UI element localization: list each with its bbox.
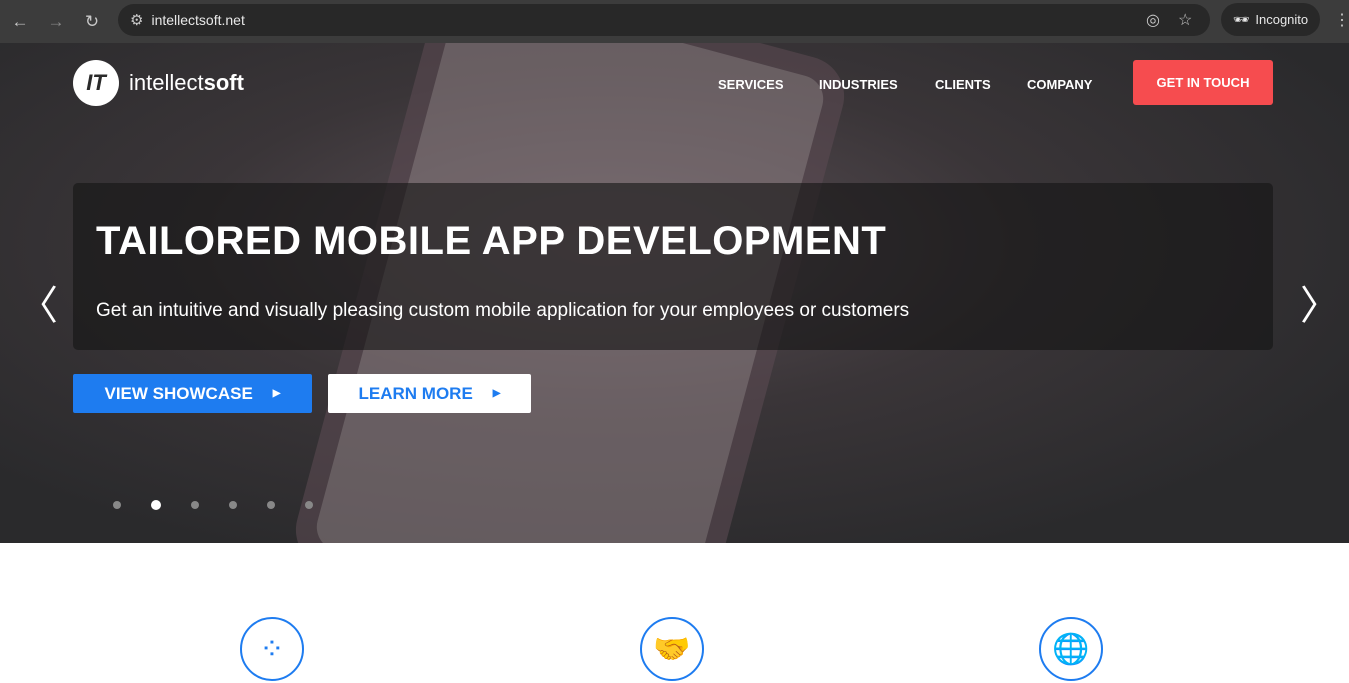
next-slide-icon[interactable]: 〉 — [1300, 273, 1340, 331]
star-icon[interactable]: ☆ — [1178, 10, 1192, 30]
back-icon[interactable]: ← — [2, 12, 38, 32]
caret-right-icon: ▶ — [272, 388, 281, 399]
incognito-badge[interactable]: 🕶 Incognito — [1221, 3, 1320, 36]
nav-industries[interactable]: INDUSTRIES — [819, 77, 898, 92]
carousel-dot[interactable] — [267, 501, 275, 509]
carousel-dot-active[interactable] — [151, 500, 161, 510]
incognito-icon: 🕶 — [1232, 11, 1250, 27]
logo[interactable]: IT intellectsoft — [73, 60, 244, 106]
nav-services[interactable]: SERVICES — [718, 77, 784, 92]
caret-right-icon: ▶ — [492, 388, 501, 399]
carousel-dot[interactable] — [229, 501, 237, 509]
carousel-dot[interactable] — [113, 501, 121, 509]
url-text[interactable]: intellectsoft.net — [151, 12, 244, 28]
tracking-eye-off-icon[interactable]: ◎ — [1146, 10, 1160, 30]
forward-icon[interactable]: → — [38, 12, 74, 32]
carousel-dot[interactable] — [305, 501, 313, 509]
hero-carousel: IT intellectsoft SERVICES INDUSTRIES CLI… — [0, 43, 1349, 543]
hero-caption: TAILORED MOBILE APP DEVELOPMENT Get an i… — [73, 183, 1273, 350]
logo-text: intellectsoft — [129, 70, 244, 95]
hero-title: TAILORED MOBILE APP DEVELOPMENT — [96, 219, 887, 263]
hero-subtitle: Get an intuitive and visually pleasing c… — [96, 300, 910, 321]
browser-toolbar: ← → ↻ ⚙ intellectsoft.net ◎ ☆ 🕶 Incognito… — [0, 0, 1349, 43]
people-circle-icon: ⁘ — [240, 617, 304, 681]
handshake-icon: 🤝 — [640, 617, 704, 681]
globe-icon: 🌐 — [1039, 617, 1103, 681]
learn-more-button[interactable]: LEARN MORE ▶ — [328, 374, 531, 413]
view-showcase-button[interactable]: VIEW SHOWCASE ▶ — [73, 374, 312, 413]
nav-company[interactable]: COMPANY — [1027, 77, 1092, 92]
nav-clients[interactable]: CLIENTS — [935, 77, 991, 92]
logo-mark: IT — [73, 60, 119, 106]
site-settings-icon[interactable]: ⚙ — [130, 11, 143, 29]
reload-icon[interactable]: ↻ — [74, 12, 110, 32]
prev-slide-icon[interactable]: 〈 — [18, 273, 58, 331]
get-in-touch-button[interactable]: GET IN TOUCH — [1133, 60, 1273, 105]
profile-label: Incognito — [1255, 12, 1309, 27]
address-bar[interactable]: ⚙ intellectsoft.net ◎ ☆ — [118, 4, 1210, 36]
carousel-dot[interactable] — [191, 501, 199, 509]
menu-icon[interactable]: ⋮ — [1334, 10, 1349, 30]
